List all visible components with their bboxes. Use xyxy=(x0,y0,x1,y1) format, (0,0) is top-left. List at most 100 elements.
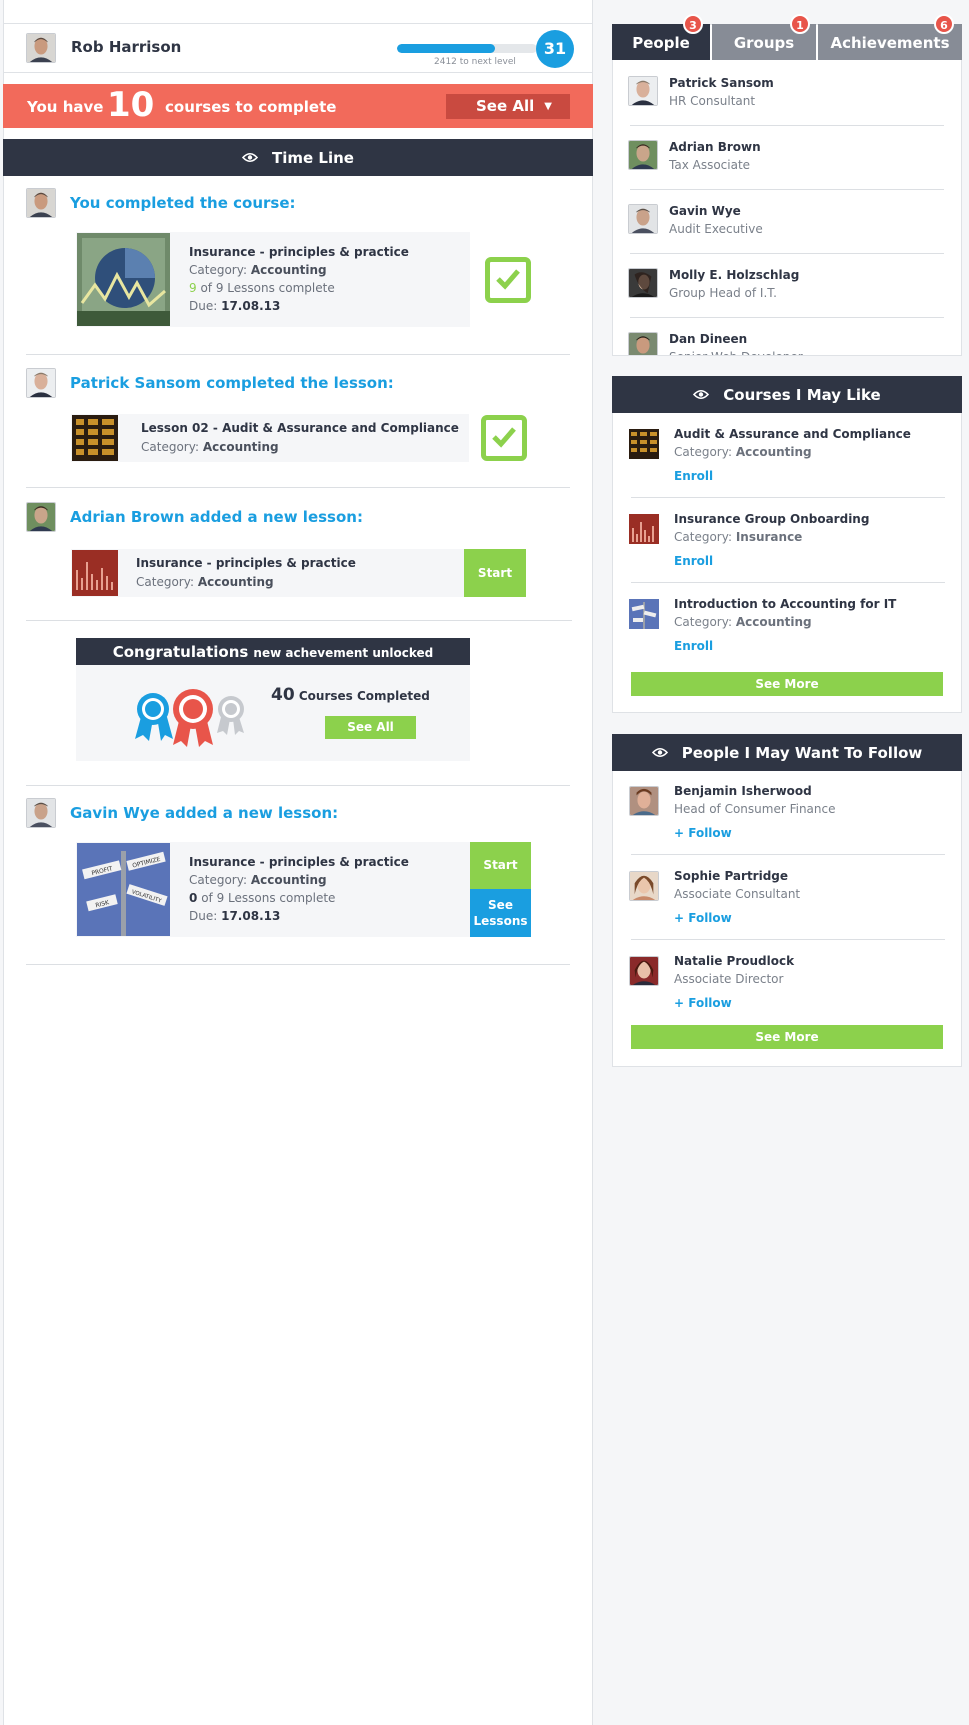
achievement-subtitle: new achevement unlocked xyxy=(253,646,434,660)
divider xyxy=(631,854,945,855)
person-role: Group Head of I.T. xyxy=(669,286,777,300)
list-item[interactable]: Patrick Sansom HR Consultant xyxy=(613,61,961,126)
course-thumbnail xyxy=(629,429,659,459)
event-avatar[interactable] xyxy=(26,502,56,532)
divider xyxy=(26,354,570,355)
event-avatar[interactable] xyxy=(26,798,56,828)
completed-check xyxy=(481,415,527,461)
person-avatar xyxy=(628,140,658,170)
timeline-header: Time Line xyxy=(3,139,593,176)
person-name: Sophie Partridge xyxy=(674,869,789,883)
event-avatar[interactable] xyxy=(26,188,56,218)
banner-count: 10 xyxy=(107,85,155,125)
person-avatar xyxy=(628,332,658,355)
person-name: Adrian Brown xyxy=(669,140,761,154)
list-item[interactable]: Molly E. Holzschlag Group Head of I.T. xyxy=(613,253,961,318)
courses-like-title: Courses I May Like xyxy=(723,385,881,404)
course-name: Introduction to Accounting for IT xyxy=(674,597,897,611)
achievement-card: 40 Courses Completed See All xyxy=(76,665,470,761)
see-more-courses-button[interactable]: See More xyxy=(631,672,943,696)
divider xyxy=(26,620,572,621)
eye-icon xyxy=(651,747,668,758)
user-avatar[interactable] xyxy=(26,33,56,63)
event-avatar[interactable] xyxy=(26,368,56,398)
lesson-name: Lesson 02 - Audit & Assurance and Compli… xyxy=(141,421,459,435)
check-icon xyxy=(496,269,520,290)
follow-title: People I May Want To Follow xyxy=(681,743,923,762)
achievement-title: Congratulations xyxy=(112,643,249,661)
timeline-title: Time Line xyxy=(272,148,354,167)
person-role: Tax Associate xyxy=(669,158,751,172)
courses-banner: You have 10 courses to complete See All … xyxy=(3,84,593,128)
courses-like-header: Courses I May Like xyxy=(612,376,962,413)
event-title: Gavin Wye added a new lesson: xyxy=(70,804,339,822)
list-item[interactable]: Adrian Brown Tax Associate xyxy=(613,125,961,190)
person-role: Audit Executive xyxy=(669,222,763,236)
divider xyxy=(26,785,570,786)
lesson-card[interactable]: Insurance - principles & practice Catego… xyxy=(71,549,465,597)
banner-prefix: You have xyxy=(27,98,104,116)
see-all-courses-button[interactable]: See All ▼ xyxy=(446,94,570,119)
follow-link[interactable]: + Follow xyxy=(674,826,732,840)
enroll-link[interactable]: Enroll xyxy=(674,469,713,483)
course-name: Insurance Group Onboarding xyxy=(674,512,870,526)
next-level-text: 2412 to next level xyxy=(434,57,516,67)
list-item: Audit & Assurance and Compliance Categor… xyxy=(613,413,961,498)
course-lessons: 9 of 9 Lessons complete xyxy=(189,281,335,295)
course-due: Due: 17.08.13 xyxy=(189,909,281,923)
person-avatar[interactable] xyxy=(629,786,659,816)
person-name: Patrick Sansom xyxy=(669,76,774,90)
lesson-category: Category: Accounting xyxy=(136,575,274,589)
see-all-label: See All xyxy=(476,97,535,115)
start-button[interactable]: Start xyxy=(464,549,526,597)
person-role: Associate Director xyxy=(674,972,784,986)
list-item[interactable]: Gavin Wye Audit Executive xyxy=(613,189,961,254)
see-lessons-button[interactable]: See Lessons xyxy=(470,889,531,937)
person-avatar[interactable] xyxy=(629,956,659,986)
course-lessons: 0 of 9 Lessons complete xyxy=(189,891,336,905)
lesson-card[interactable]: Lesson 02 - Audit & Assurance and Compli… xyxy=(71,414,469,462)
level-progress-fill xyxy=(397,44,495,53)
course-name: Insurance - principles & practice xyxy=(189,245,409,259)
eye-icon xyxy=(242,152,259,163)
course-category: Category: Insurance xyxy=(674,530,803,544)
see-more-people-button[interactable]: See More xyxy=(631,1025,943,1049)
user-name[interactable]: Rob Harrison xyxy=(71,38,181,56)
completed-check xyxy=(485,257,531,303)
follow-link[interactable]: + Follow xyxy=(674,911,732,925)
person-role: Senior Web Developer xyxy=(669,350,803,355)
start-button[interactable]: Start xyxy=(470,842,531,889)
banner-suffix: courses to complete xyxy=(165,98,337,116)
event-title: Patrick Sansom completed the lesson: xyxy=(70,374,394,392)
enroll-link[interactable]: Enroll xyxy=(674,639,713,653)
level-badge: 31 xyxy=(536,30,574,68)
person-avatar xyxy=(628,268,658,298)
follow-link[interactable]: + Follow xyxy=(674,996,732,1010)
course-category: Category: Accounting xyxy=(674,445,812,459)
course-card[interactable]: PROFIT OPTIMIZE VOLATILITY RISK Insuranc… xyxy=(76,842,470,937)
course-category: Category: Accounting xyxy=(189,263,327,277)
course-card[interactable]: Insurance - principles & practice Catego… xyxy=(76,232,470,327)
achievement-header: Congratulations new achevement unlocked xyxy=(76,638,470,665)
enroll-link[interactable]: Enroll xyxy=(674,554,713,568)
groups-count-badge: 1 xyxy=(790,14,810,34)
course-name: Audit & Assurance and Compliance xyxy=(674,427,911,441)
course-due: Due: 17.08.13 xyxy=(189,299,281,313)
person-role: Head of Consumer Finance xyxy=(674,802,836,816)
see-all-achievements-button[interactable]: See All xyxy=(325,716,416,739)
event-title: You completed the course: xyxy=(70,194,296,212)
person-name: Molly E. Holzschlag xyxy=(669,268,800,282)
person-avatar[interactable] xyxy=(629,871,659,901)
course-name: Insurance - principles & practice xyxy=(189,855,409,869)
divider xyxy=(26,964,570,965)
person-name: Natalie Proudlock xyxy=(674,954,795,968)
people-list: Patrick Sansom HR Consultant Adrian Brow… xyxy=(613,61,961,355)
course-thumbnail: PROFIT OPTIMIZE VOLATILITY RISK xyxy=(77,843,170,936)
list-item[interactable]: Dan Dineen Senior Web Developer xyxy=(613,317,961,355)
person-role: Associate Consultant xyxy=(674,887,801,901)
eye-icon xyxy=(693,389,710,400)
chevron-down-icon: ▼ xyxy=(544,101,552,112)
divider xyxy=(26,487,570,488)
follow-header: People I May Want To Follow xyxy=(612,734,962,771)
ribbon-icon xyxy=(135,689,244,747)
